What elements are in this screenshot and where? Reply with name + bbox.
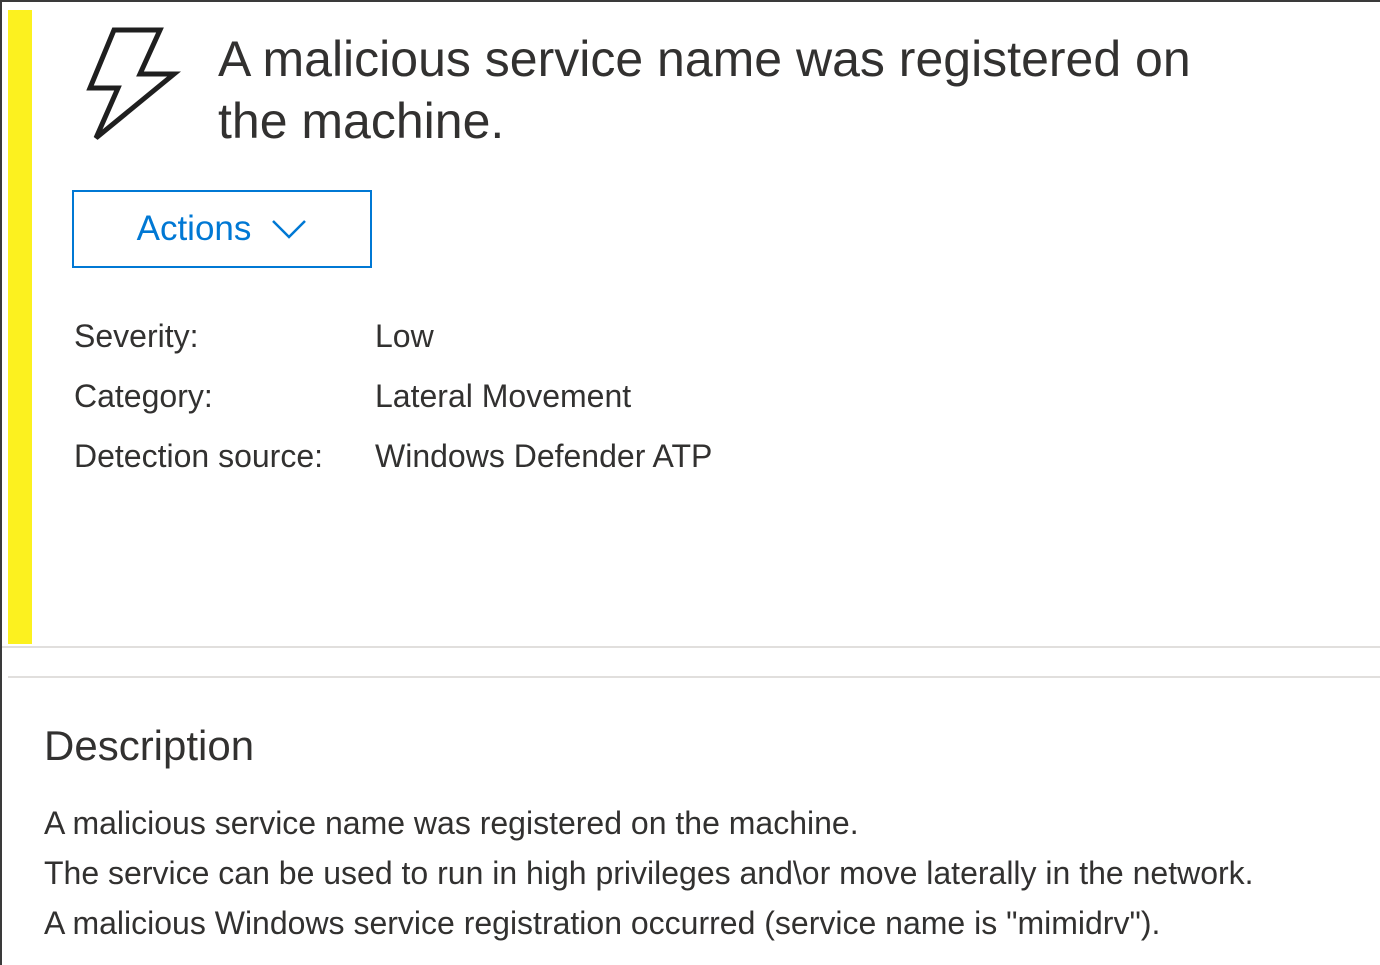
severity-indicator-bar xyxy=(8,10,32,644)
severity-label: Severity: xyxy=(74,317,199,354)
section-divider xyxy=(8,676,1380,678)
category-value: Lateral Movement xyxy=(375,377,632,414)
description-body: A malicious service name was registered … xyxy=(44,798,1254,948)
description-line: A malicious Windows service registration… xyxy=(44,905,1161,941)
description-line: A malicious service name was registered … xyxy=(44,805,859,841)
detection-source-value: Windows Defender ATP xyxy=(375,437,713,474)
description-line: The service can be used to run in high p… xyxy=(44,855,1254,891)
alert-properties: Severity: Low Category: Lateral Movement… xyxy=(74,306,712,486)
description-heading: Description xyxy=(44,722,255,769)
chevron-down-icon xyxy=(271,218,307,240)
lightning-bolt-icon xyxy=(82,26,182,146)
detection-source-label: Detection source: xyxy=(74,437,324,474)
actions-dropdown-button[interactable]: Actions xyxy=(72,190,372,268)
category-label: Category: xyxy=(74,377,213,414)
alert-title: A malicious service name was registered … xyxy=(218,31,1191,149)
severity-row: Severity: Low xyxy=(74,306,712,366)
actions-button-label: Actions xyxy=(136,209,252,248)
detection-source-row: Detection source: Windows Defender ATP xyxy=(74,426,712,486)
category-row: Category: Lateral Movement xyxy=(74,366,712,426)
severity-value: Low xyxy=(375,317,434,354)
